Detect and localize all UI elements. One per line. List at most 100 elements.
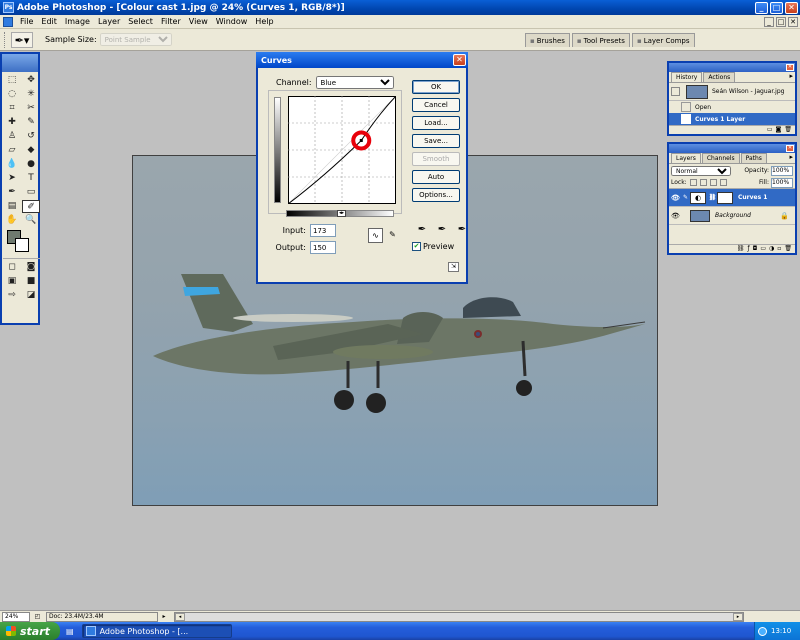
history-snapshot[interactable]: Seán Wilson - Jaguar.jpg: [669, 83, 795, 101]
gradient-toggle-icon[interactable]: ◂▸: [337, 210, 346, 217]
clock[interactable]: 13:10: [771, 627, 791, 635]
ok-button[interactable]: OK: [412, 80, 460, 94]
lasso-tool-icon[interactable]: ◌: [3, 88, 21, 101]
adjustment-layer-icon[interactable]: ◑: [769, 245, 774, 253]
load-button[interactable]: Load...: [412, 116, 460, 130]
brush-tool-icon[interactable]: ✎: [22, 116, 40, 129]
scroll-left-icon[interactable]: ◂: [175, 612, 185, 621]
tab-actions[interactable]: Actions: [703, 72, 736, 82]
lock-transparency-icon[interactable]: [689, 179, 697, 186]
save-button[interactable]: Save...: [412, 134, 460, 148]
black-point-eyedropper-icon[interactable]: ✒: [416, 224, 428, 235]
close-icon[interactable]: ✕: [786, 145, 794, 152]
close-icon[interactable]: ✕: [453, 54, 466, 66]
tab-layers[interactable]: Layers: [671, 153, 701, 163]
layer-row-curves[interactable]: 👁 ✎ ◐ ⛓ Curves 1: [669, 189, 795, 207]
smooth-button[interactable]: Smooth: [412, 152, 460, 166]
status-menu-icon[interactable]: ▸: [160, 613, 168, 620]
trash-icon[interactable]: 🗑: [784, 126, 792, 134]
history-brush-source-icon[interactable]: [671, 87, 680, 96]
eraser-tool-icon[interactable]: ▱: [3, 144, 21, 157]
tab-history[interactable]: History: [671, 72, 703, 82]
pen-tool-icon[interactable]: ✒: [3, 186, 21, 199]
expand-view-icon[interactable]: ⇲: [448, 262, 459, 272]
palette-well-brushes[interactable]: Brushes: [525, 33, 570, 47]
healing-brush-tool-icon[interactable]: ✚: [3, 116, 21, 129]
new-document-icon[interactable]: ▭: [767, 126, 773, 134]
lock-position-icon[interactable]: [709, 179, 717, 186]
dodge-tool-icon[interactable]: ●: [22, 158, 40, 171]
notes-tool-icon[interactable]: ▤: [3, 200, 21, 213]
white-point-eyedropper-icon[interactable]: ✒: [456, 224, 468, 235]
background-color-swatch[interactable]: [15, 238, 29, 252]
sample-size-select[interactable]: Point Sample: [99, 33, 172, 46]
curves-dialog-titlebar[interactable]: Curves ✕: [256, 52, 468, 68]
maximize-button[interactable]: □: [770, 1, 783, 14]
quick-launch-icon[interactable]: ▤: [66, 627, 74, 636]
magic-wand-tool-icon[interactable]: ✳: [22, 88, 40, 101]
cancel-button[interactable]: Cancel: [412, 98, 460, 112]
palette-menu-icon[interactable]: ▸: [789, 72, 793, 82]
taskbar-item-photoshop[interactable]: Adobe Photoshop - [...: [81, 624, 232, 638]
trash-icon[interactable]: 🗑: [784, 245, 792, 253]
snapshot-camera-icon[interactable]: ◙: [776, 126, 782, 134]
history-brush-tool-icon[interactable]: ↺: [22, 130, 40, 143]
document-icon[interactable]: [3, 16, 13, 27]
opacity-field[interactable]: [771, 165, 793, 176]
eyedropper-tool-icon[interactable]: ✐: [22, 200, 40, 213]
menu-layer[interactable]: Layer: [94, 17, 124, 26]
move-tool-icon[interactable]: ✥: [22, 74, 40, 87]
preview-checkbox-row[interactable]: ✔ Preview: [412, 242, 454, 251]
toolbox-header[interactable]: [2, 54, 38, 72]
hand-tool-icon[interactable]: ✋: [3, 214, 21, 227]
doc-close-button[interactable]: ✕: [788, 16, 798, 27]
link-layers-icon[interactable]: ⛓: [737, 245, 745, 253]
palette-well-layer-comps[interactable]: Layer Comps: [631, 33, 695, 47]
new-layer-icon[interactable]: ▫: [777, 245, 781, 253]
path-selection-tool-icon[interactable]: ➤: [3, 172, 21, 185]
jump-to-imageready-icon[interactable]: ⇨: [3, 289, 21, 302]
palette-well-tool-presets[interactable]: Tool Presets: [571, 33, 630, 47]
close-icon[interactable]: ✕: [786, 64, 794, 71]
shape-tool-icon[interactable]: ▭: [22, 186, 40, 199]
menu-filter[interactable]: Filter: [157, 17, 185, 26]
slice-tool-icon[interactable]: ✂: [22, 102, 40, 115]
tab-channels[interactable]: Channels: [701, 153, 740, 163]
navigator-icon[interactable]: ◰: [33, 613, 42, 620]
zoom-level-field[interactable]: 24%: [2, 611, 30, 622]
output-value-field[interactable]: [310, 241, 336, 254]
marquee-tool-icon[interactable]: ⬚: [3, 74, 21, 87]
curve-point-tool-icon[interactable]: ∿: [368, 228, 383, 243]
channel-select[interactable]: Blue: [315, 76, 394, 89]
palette-menu-icon[interactable]: ▸: [789, 153, 793, 163]
lock-all-icon[interactable]: [719, 179, 727, 186]
lock-pixels-icon[interactable]: [699, 179, 707, 186]
menu-help[interactable]: Help: [251, 17, 277, 26]
input-value-field[interactable]: [310, 224, 336, 237]
layer-row-background[interactable]: 👁 Background 🔒: [669, 207, 795, 225]
eye-visibility-icon[interactable]: 👁: [670, 194, 681, 202]
menu-image[interactable]: Image: [61, 17, 94, 26]
full-screen-mode-icon[interactable]: ■: [22, 275, 40, 288]
close-button[interactable]: ✕: [785, 1, 798, 14]
menu-select[interactable]: Select: [124, 17, 157, 26]
type-tool-icon[interactable]: T: [22, 172, 40, 185]
curve-graph[interactable]: [288, 96, 396, 204]
blend-mode-select[interactable]: Normal: [671, 165, 731, 176]
curve-pencil-tool-icon[interactable]: ✎: [385, 228, 400, 243]
preview-checkbox[interactable]: ✔: [412, 242, 421, 251]
menu-file[interactable]: File: [16, 17, 37, 26]
quick-mask-mode-icon[interactable]: ◙: [22, 261, 40, 274]
history-state-curves[interactable]: Curves 1 Layer: [669, 113, 795, 125]
standard-mode-icon[interactable]: ◻: [3, 261, 21, 274]
blur-tool-icon[interactable]: 💧: [3, 158, 21, 171]
clone-stamp-tool-icon[interactable]: ♙: [3, 130, 21, 143]
layer-style-icon[interactable]: ƒ: [748, 245, 750, 253]
zoom-tool-icon[interactable]: 🔍: [22, 214, 40, 227]
add-mask-icon[interactable]: ◘: [753, 245, 758, 253]
network-tray-icon[interactable]: [758, 626, 767, 636]
history-palette-header[interactable]: ✕: [669, 63, 795, 72]
doc-restore-button[interactable]: □: [776, 16, 786, 27]
crop-tool-icon[interactable]: ⌗: [3, 102, 21, 115]
menu-view[interactable]: View: [185, 17, 212, 26]
